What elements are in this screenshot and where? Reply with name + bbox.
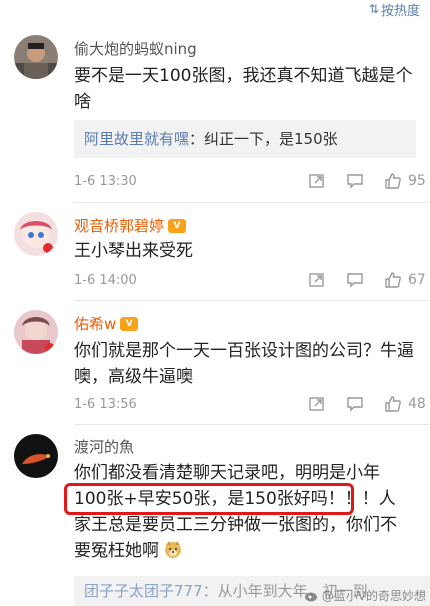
like-count: 48 — [408, 396, 426, 412]
divider — [74, 424, 430, 425]
vip-badge-icon: V — [168, 218, 187, 233]
reply-text: ：纠正一下，是150张 — [189, 130, 338, 148]
reply-username[interactable]: 团子子太团子777 — [84, 582, 203, 600]
sort-icon: ⇅ — [368, 2, 379, 16]
comment-text-line: 要冤枉她啊 — [74, 538, 422, 564]
username[interactable]: 观音桥郭碧婷 V — [74, 215, 187, 236]
timestamp: 1-6 13:30 — [74, 173, 137, 189]
avatar[interactable] — [14, 310, 58, 354]
avatar[interactable] — [14, 35, 58, 79]
highlight-annotation — [64, 483, 354, 515]
like-icon[interactable] — [384, 395, 402, 413]
comment-meta: 1-6 13:30 95 — [74, 172, 430, 190]
repost-icon[interactable] — [308, 172, 326, 190]
weibo-logo-icon — [304, 592, 317, 601]
timestamp: 1-6 13:56 — [74, 396, 137, 412]
repost-icon[interactable] — [308, 271, 326, 289]
sort-by-heat-button[interactable]: ⇅ 按热度 — [368, 0, 430, 19]
sort-label: 按热度 — [380, 3, 420, 19]
vip-badge-icon: V — [120, 316, 139, 331]
username[interactable]: 渡河的魚 — [74, 436, 134, 457]
username[interactable]: 偷大炮的蚂蚁ning — [74, 38, 197, 59]
like-icon[interactable] — [384, 172, 402, 190]
comment-icon[interactable] — [346, 271, 364, 289]
repost-icon[interactable] — [308, 395, 326, 413]
username[interactable]: 佑希w V — [74, 313, 139, 334]
comment-text-line: 家王总是要员工三分钟做一张图的，你们不 — [74, 515, 397, 535]
comment-icon[interactable] — [346, 172, 364, 190]
comment-text: 要不是一天100张图，我还真不知道飞越是个啥 — [74, 66, 413, 112]
divider — [74, 300, 430, 301]
like-count: 67 — [408, 272, 426, 288]
watermark: @蓝小V的奇思妙想 — [304, 587, 426, 604]
comment-text: 你们就是那个一天一百张设计图的公司？牛逼噢，高级牛逼噢 — [74, 341, 414, 387]
comment-meta: 1-6 14:00 67 — [74, 271, 430, 289]
reply-username[interactable]: 阿里故里就有嘿 — [84, 130, 189, 148]
timestamp: 1-6 14:00 — [74, 272, 137, 288]
like-count: 95 — [408, 173, 426, 189]
reply-preview[interactable]: 阿里故里就有嘿：纠正一下，是150张 — [74, 120, 416, 158]
avatar[interactable] — [14, 434, 58, 478]
comment-text: 王小琴出来受死 — [74, 241, 193, 261]
doge-emoji-icon — [165, 541, 181, 558]
avatar[interactable] — [14, 212, 58, 256]
comment-meta: 1-6 13:56 48 — [74, 395, 430, 413]
divider — [74, 202, 430, 203]
like-icon[interactable] — [384, 271, 402, 289]
comment-icon[interactable] — [346, 395, 364, 413]
